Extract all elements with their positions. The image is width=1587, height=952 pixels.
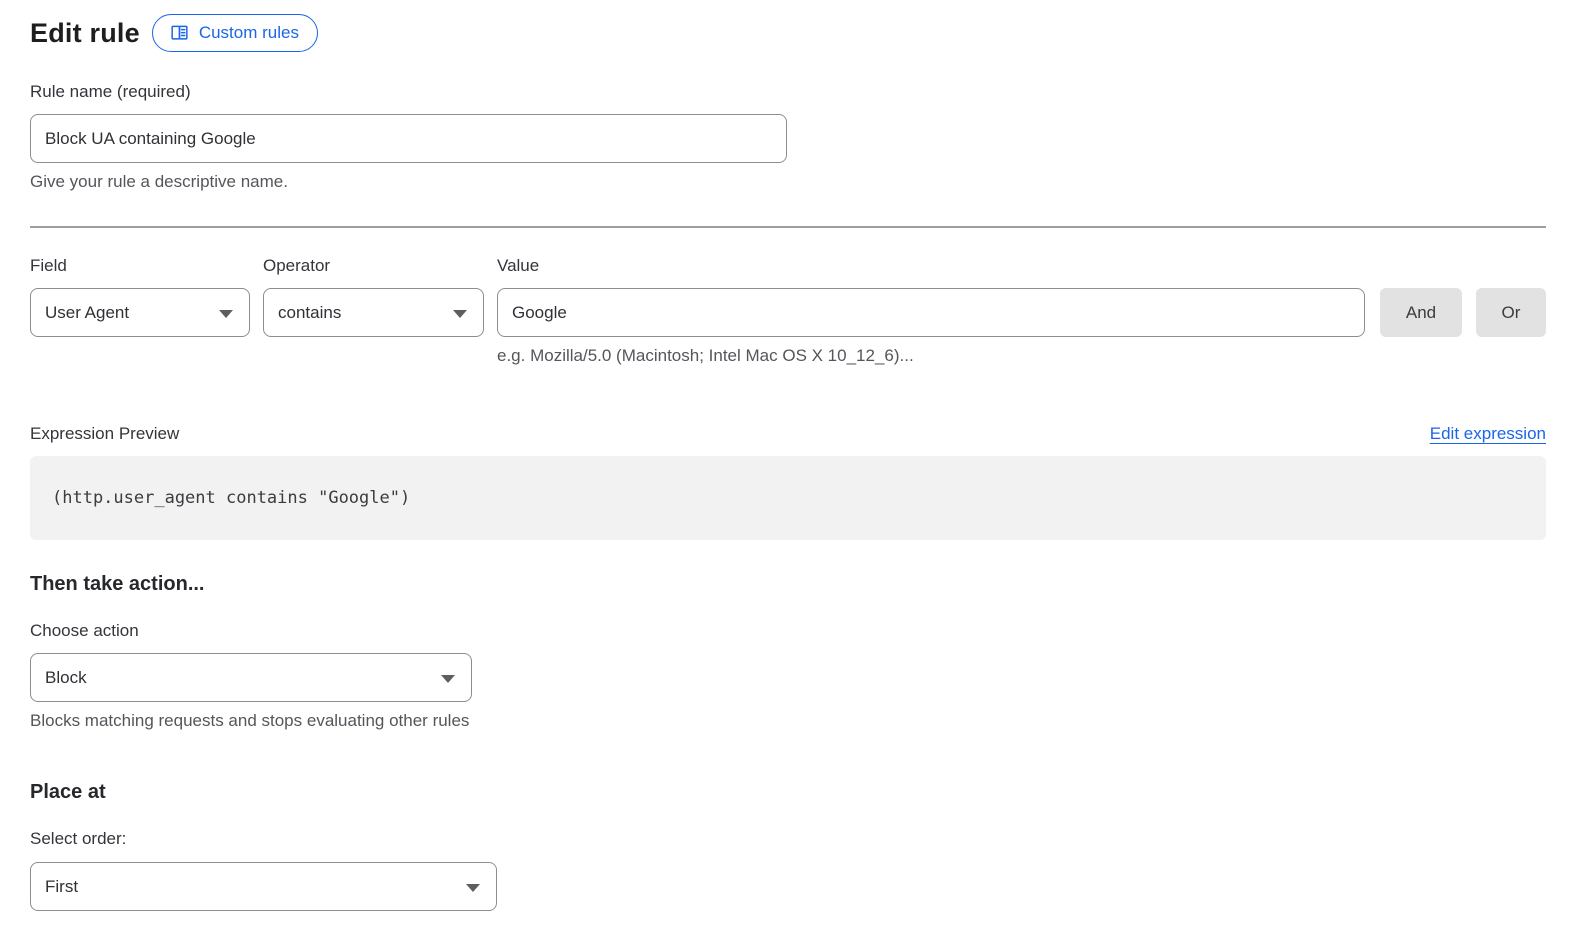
operator-select[interactable]: contains [263,288,484,337]
condition-row: Field User Agent Operator contains Value… [30,256,1546,366]
triangle-down-icon [441,675,455,683]
triangle-down-icon [453,310,467,318]
edit-rule-page: Edit rule Custom rules Rule name (requir… [0,0,1587,911]
field-select[interactable]: User Agent [30,288,250,337]
select-order-label: Select order: [30,829,1546,849]
rule-name-help: Give your rule a descriptive name. [30,172,1546,192]
triangle-down-icon [219,310,233,318]
rule-name-section: Rule name (required) Give your rule a de… [30,82,1546,192]
expression-preview-label: Expression Preview [30,424,179,444]
field-label: Field [30,256,250,276]
custom-rules-badge-label: Custom rules [199,23,299,43]
custom-rules-badge[interactable]: Custom rules [152,14,318,52]
action-help: Blocks matching requests and stops evalu… [30,711,1546,731]
rule-name-label: Rule name (required) [30,82,1546,102]
order-select[interactable]: First [30,862,497,911]
operator-column: Operator contains [263,256,484,366]
operator-label: Operator [263,256,484,276]
edit-expression-link[interactable]: Edit expression [1430,424,1546,444]
and-button[interactable]: And [1380,288,1462,337]
order-select-value: First [45,877,78,897]
section-divider [30,226,1546,228]
choose-action-label: Choose action [30,621,1546,641]
expression-code: (http.user_agent contains "Google") [52,488,410,508]
page-header: Edit rule Custom rules [30,14,1546,52]
field-column: Field User Agent [30,256,250,366]
page-title: Edit rule [30,18,140,49]
expression-preview-box: (http.user_agent contains "Google") [30,456,1546,540]
value-input[interactable] [497,288,1365,337]
expression-header: Expression Preview Edit expression [30,424,1546,444]
rule-name-input[interactable] [30,114,787,163]
action-heading: Then take action... [30,573,1546,596]
action-select[interactable]: Block [30,653,472,702]
operator-select-value: contains [278,303,341,323]
action-select-value: Block [45,668,87,688]
value-label: Value [497,256,1365,276]
or-button[interactable]: Or [1476,288,1546,337]
value-column: Value e.g. Mozilla/5.0 (Macintosh; Intel… [497,256,1365,366]
value-help: e.g. Mozilla/5.0 (Macintosh; Intel Mac O… [497,346,1365,366]
field-select-value: User Agent [45,303,129,323]
open-book-icon [169,23,190,43]
place-at-heading: Place at [30,781,1546,804]
triangle-down-icon [466,884,480,892]
